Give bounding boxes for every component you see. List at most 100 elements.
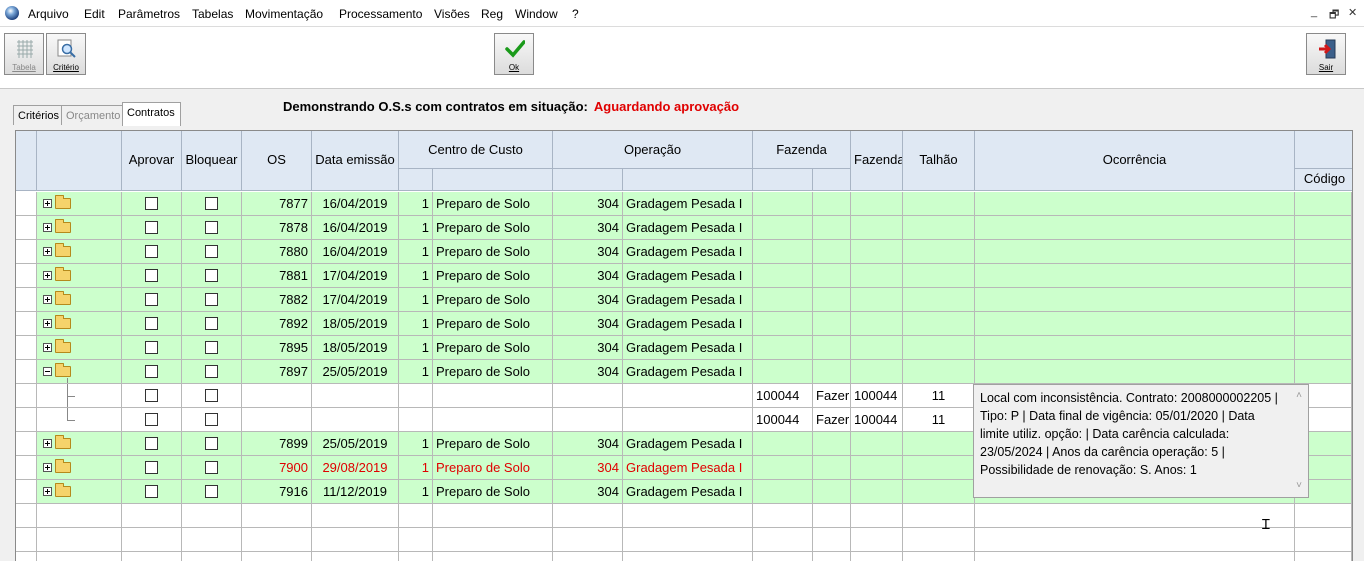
- bloquear-checkbox[interactable]: [205, 437, 218, 451]
- expand-icon[interactable]: [43, 439, 52, 448]
- menu-visoes[interactable]: Visões: [434, 7, 470, 21]
- aprovar-checkbox[interactable]: [145, 365, 158, 379]
- table-row[interactable]: 7881 17/04/2019 1 Preparo de Solo 304 Gradage…: [16, 264, 1352, 288]
- header-os[interactable]: OS: [242, 131, 312, 191]
- expand-icon[interactable]: [43, 271, 52, 280]
- cell-op2: Gradagem Pesada I: [623, 336, 753, 360]
- bloquear-checkbox[interactable]: [205, 317, 218, 331]
- minimize-icon[interactable]: _: [1311, 6, 1317, 18]
- header-centro-custo[interactable]: Centro de Custo: [399, 131, 553, 169]
- tooltip-text: Local com inconsistência. Contrato: 2008…: [980, 391, 1278, 477]
- cell-data: 18/05/2019: [312, 312, 399, 336]
- expand-icon[interactable]: [43, 223, 52, 232]
- bloquear-checkbox[interactable]: [205, 221, 218, 235]
- bloquear-checkbox[interactable]: [205, 245, 218, 259]
- aprovar-checkbox[interactable]: [145, 221, 158, 235]
- expand-icon[interactable]: [43, 295, 52, 304]
- heading-text: Demonstrando O.S.s com contratos em situ…: [283, 99, 588, 114]
- expand-icon[interactable]: [43, 343, 52, 352]
- bloquear-checkbox[interactable]: [205, 341, 218, 355]
- bloquear-checkbox[interactable]: [205, 413, 218, 427]
- cell-oco: [975, 336, 1295, 360]
- aprovar-checkbox[interactable]: [145, 197, 158, 211]
- aprovar-checkbox[interactable]: [145, 269, 158, 283]
- table-row[interactable]: 7897 25/05/2019 1 Preparo de Solo 304 Gradage…: [16, 360, 1352, 384]
- header-fazenda-2[interactable]: Fazenda: [851, 131, 903, 191]
- collapse-icon[interactable]: [43, 367, 52, 376]
- cell-fz1: [753, 264, 813, 288]
- aprovar-checkbox[interactable]: [145, 389, 158, 403]
- tab-contratos[interactable]: Contratos: [122, 102, 181, 126]
- table-row[interactable]: 7895 18/05/2019 1 Preparo de Solo 304 Gradage…: [16, 336, 1352, 360]
- table-row[interactable]: 7880 16/04/2019 1 Preparo de Solo 304 Gradage…: [16, 240, 1352, 264]
- tab-orcamento[interactable]: Orçamento: [61, 105, 123, 125]
- menu-reg[interactable]: Reg: [481, 7, 503, 21]
- folder-icon: [55, 459, 71, 473]
- tabela-button[interactable]: Tabela: [4, 33, 44, 75]
- app-icon[interactable]: [5, 6, 19, 20]
- aprovar-checkbox[interactable]: [145, 245, 158, 259]
- header-aprovar[interactable]: Aprovar: [122, 131, 182, 191]
- criterio-button[interactable]: Critério: [46, 33, 86, 75]
- menu-processamento[interactable]: Processamento: [339, 7, 422, 21]
- menu-edit[interactable]: Edit: [84, 7, 105, 21]
- aprovar-checkbox[interactable]: [145, 485, 158, 499]
- cell-oco: [975, 240, 1295, 264]
- sair-button[interactable]: Sair: [1306, 33, 1346, 75]
- expand-icon[interactable]: [43, 463, 52, 472]
- cell-tree: [37, 192, 122, 216]
- header-operacao[interactable]: Operação: [553, 131, 753, 169]
- header-codigo[interactable]: Código: [1295, 169, 1352, 191]
- bloquear-checkbox[interactable]: [205, 365, 218, 379]
- bloquear-checkbox[interactable]: [205, 269, 218, 283]
- menu-arquivo[interactable]: Arquivo: [28, 7, 69, 21]
- table-row[interactable]: 7892 18/05/2019 1 Preparo de Solo 304 Gradage…: [16, 312, 1352, 336]
- aprovar-checkbox[interactable]: [145, 413, 158, 427]
- header-talhao[interactable]: Talhão: [903, 131, 975, 191]
- aprovar-checkbox[interactable]: [145, 293, 158, 307]
- cell-cc1: [399, 528, 433, 552]
- expand-icon[interactable]: [43, 199, 52, 208]
- bloquear-checkbox[interactable]: [205, 461, 218, 475]
- close-icon[interactable]: ✕: [1348, 6, 1357, 19]
- cell-data: 16/04/2019: [312, 192, 399, 216]
- cell-fz1: 100044: [753, 408, 813, 432]
- restore-icon[interactable]: 🗗: [1329, 6, 1339, 25]
- menu-tabelas[interactable]: Tabelas: [192, 7, 233, 21]
- bloquear-checkbox[interactable]: [205, 293, 218, 307]
- cell-op1: 304: [553, 216, 623, 240]
- menu-help[interactable]: ?: [572, 7, 579, 21]
- aprovar-checkbox[interactable]: [145, 437, 158, 451]
- empty-row[interactable]: [16, 528, 1352, 552]
- scroll-up-icon[interactable]: ˄: [1296, 387, 1302, 405]
- expand-icon[interactable]: [43, 319, 52, 328]
- tab-criterios[interactable]: Critérios: [13, 105, 62, 125]
- header-bloquear[interactable]: Bloquear: [182, 131, 242, 191]
- ok-button[interactable]: Ok: [494, 33, 534, 75]
- table-row[interactable]: 7878 16/04/2019 1 Preparo de Solo 304 Gradage…: [16, 216, 1352, 240]
- expand-icon[interactable]: [43, 247, 52, 256]
- cell-oco: [975, 528, 1295, 552]
- bloquear-checkbox[interactable]: [205, 485, 218, 499]
- bloquear-checkbox[interactable]: [205, 389, 218, 403]
- menu-window[interactable]: Window: [515, 7, 558, 21]
- empty-row[interactable]: [16, 504, 1352, 528]
- header-ocorrencia[interactable]: Ocorrência: [975, 131, 1295, 191]
- folder-icon: [55, 219, 71, 233]
- cell-fz2: [813, 528, 851, 552]
- header-data-emissao[interactable]: Data emissão: [312, 131, 399, 191]
- menu-movimentacao[interactable]: Movimentação: [245, 7, 323, 21]
- table-row[interactable]: 7882 17/04/2019 1 Preparo de Solo 304 Gradage…: [16, 288, 1352, 312]
- cell-sel: [16, 192, 37, 216]
- table-row[interactable]: 7877 16/04/2019 1 Preparo de Solo 304 Gradage…: [16, 192, 1352, 216]
- criterio-label: Critério: [53, 63, 79, 72]
- bloquear-checkbox[interactable]: [205, 197, 218, 211]
- expand-icon[interactable]: [43, 487, 52, 496]
- aprovar-checkbox[interactable]: [145, 317, 158, 331]
- cell-cod: [1295, 264, 1352, 288]
- aprovar-checkbox[interactable]: [145, 461, 158, 475]
- menu-parametros[interactable]: Parâmetros: [118, 7, 180, 21]
- header-fazenda[interactable]: Fazenda: [753, 131, 851, 169]
- scroll-down-icon[interactable]: ˅: [1296, 477, 1302, 495]
- aprovar-checkbox[interactable]: [145, 341, 158, 355]
